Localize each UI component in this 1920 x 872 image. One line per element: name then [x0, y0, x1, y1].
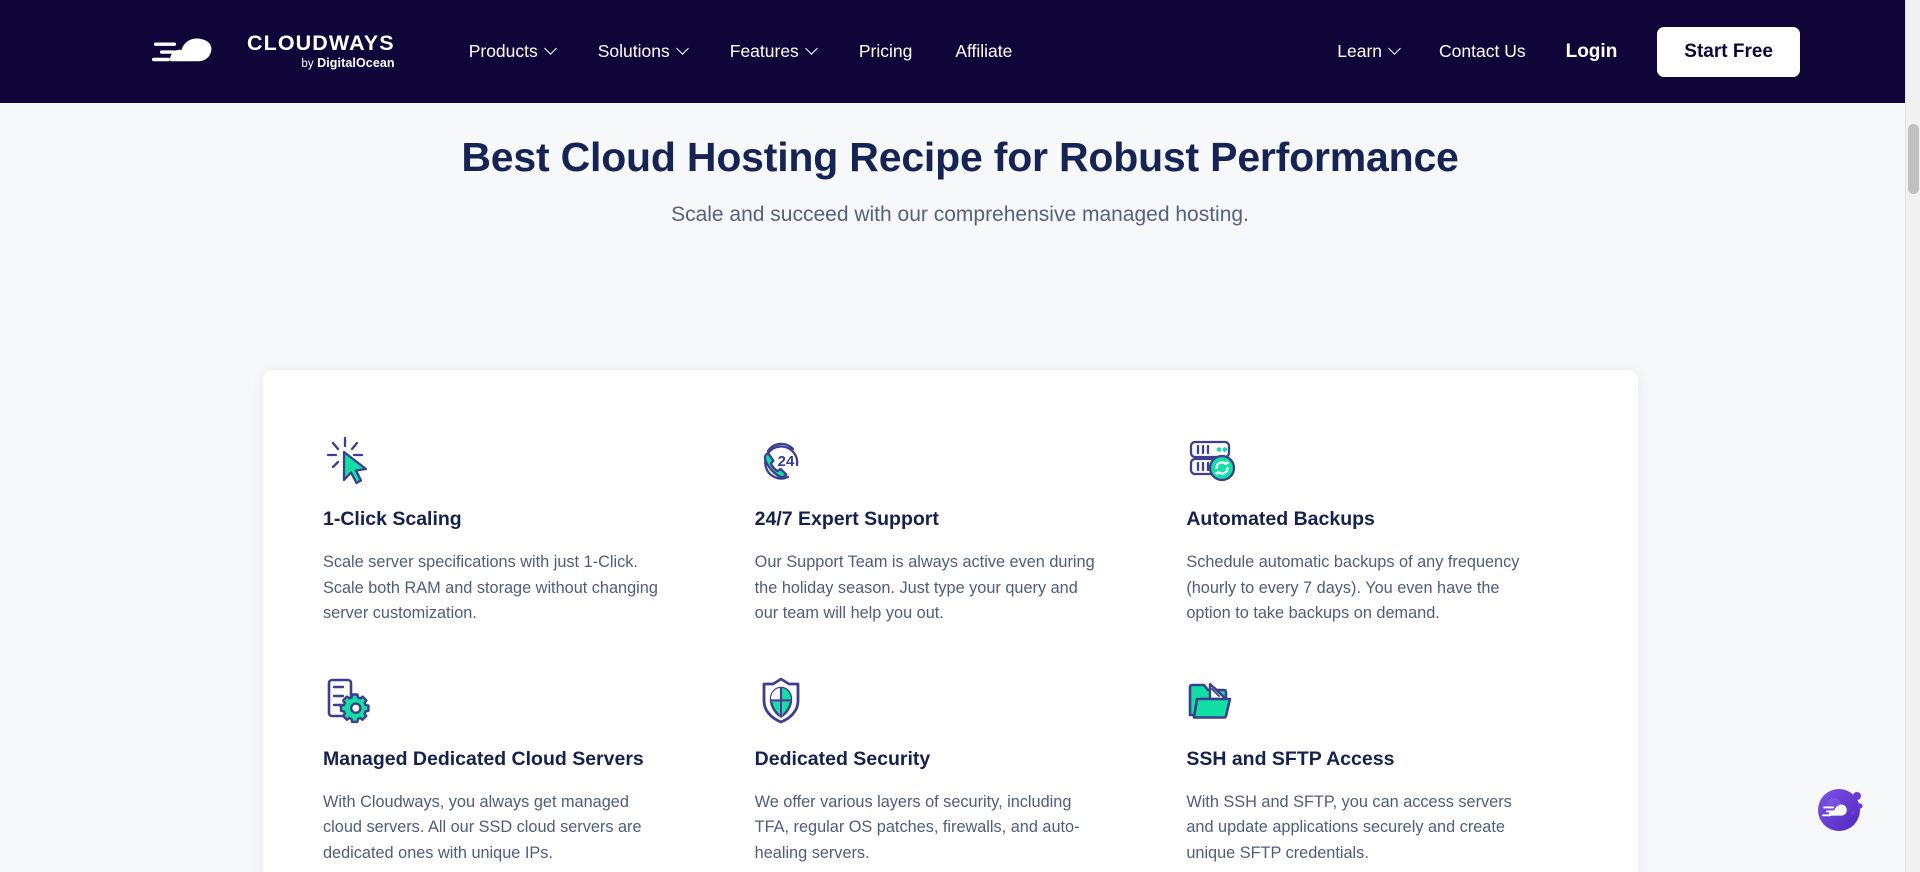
feature-description: We offer various layers of security, inc…	[754, 792, 1080, 862]
chevron-down-icon	[1388, 42, 1401, 55]
chevron-down-icon	[543, 42, 557, 55]
nav-item-features[interactable]: Features	[729, 41, 818, 62]
page-subtitle: Scale and succeed with our comprehensive…	[671, 203, 1249, 227]
login-link[interactable]: Login	[1566, 41, 1618, 63]
chat-widget-button[interactable]	[1814, 782, 1868, 836]
feature-title: SSH and SFTP Access	[1186, 747, 1395, 770]
cloud-speed-icon	[152, 30, 234, 74]
nav-item-features-label: Features	[729, 41, 799, 61]
chevron-down-icon	[804, 42, 818, 55]
nav-item-affiliate-label: Affiliate	[955, 41, 1013, 61]
feature-description: With Cloudways, you always get managed c…	[323, 792, 642, 862]
server-backup-icon	[1186, 425, 1531, 487]
brand-sub-prefix: by	[301, 58, 318, 70]
feature-title: Dedicated Security	[754, 747, 931, 770]
support-24-phone-icon: 24	[755, 425, 1100, 487]
page-title: Best Cloud Hosting Recipe for Robust Per…	[461, 134, 1459, 180]
top-navigation-bar: CLOUDWAYS by DigitalOcean Products Solut…	[0, 0, 1920, 103]
click-cursor-icon	[323, 425, 668, 487]
primary-nav-links: Products Solutions Features Pricing Affi…	[469, 41, 1013, 62]
feature-item: Managed Dedicated Cloud Servers With Clo…	[323, 665, 668, 867]
page-content: Best Cloud Hosting Recipe for Robust Per…	[0, 103, 1920, 872]
features-card: 1-Click Scaling Scale server specificati…	[263, 370, 1638, 872]
nav-item-contact-us[interactable]: Contact Us	[1439, 41, 1526, 62]
feature-item: Automated Backups Schedule automatic bac…	[1186, 425, 1531, 627]
feature-item: Dedicated Security We offer various laye…	[755, 665, 1100, 867]
brand-name: CLOUDWAYS	[247, 30, 395, 55]
nav-item-contact-us-label: Contact Us	[1439, 41, 1526, 61]
feature-item: 24 24/7 Expert Support Our Support Team …	[755, 425, 1100, 627]
brand-logo-link[interactable]: CLOUDWAYS by DigitalOcean	[152, 30, 395, 74]
nav-item-solutions-label: Solutions	[597, 41, 670, 61]
features-grid: 1-Click Scaling Scale server specificati…	[323, 425, 1578, 866]
nav-item-products[interactable]: Products	[468, 41, 557, 62]
cloudways-chat-bubble-icon	[1814, 789, 1868, 839]
nav-item-pricing-label: Pricing	[858, 41, 913, 61]
feature-title: 1-Click Scaling	[323, 508, 462, 530]
feature-title: 24/7 Expert Support	[754, 508, 939, 530]
brand-subtitle: by DigitalOcean	[301, 57, 394, 71]
nav-item-learn[interactable]: Learn	[1337, 41, 1401, 62]
nav-item-products-label: Products	[468, 41, 538, 61]
feature-description: Schedule automatic backups of any freque…	[1186, 553, 1520, 623]
nav-item-learn-label: Learn	[1337, 41, 1383, 61]
folder-open-icon	[1186, 665, 1531, 727]
server-gear-icon	[323, 665, 668, 727]
feature-description: Scale server specifications with just 1-…	[323, 553, 658, 623]
feature-description: With SSH and SFTP, you can access server…	[1186, 792, 1512, 862]
scrollbar-thumb[interactable]	[1908, 124, 1919, 194]
feature-title: Automated Backups	[1186, 508, 1375, 530]
chevron-down-icon	[675, 42, 689, 55]
svg-text:24: 24	[777, 453, 794, 470]
hero-section: Best Cloud Hosting Recipe for Robust Per…	[0, 103, 1920, 227]
feature-item: SSH and SFTP Access With SSH and SFTP, y…	[1186, 665, 1531, 867]
start-free-button[interactable]: Start Free	[1657, 26, 1800, 77]
brand-sub-name: DigitalOcean	[317, 56, 395, 70]
feature-item: 1-Click Scaling Scale server specificati…	[323, 425, 668, 627]
nav-item-pricing[interactable]: Pricing	[859, 41, 913, 62]
nav-item-solutions[interactable]: Solutions	[597, 41, 689, 62]
secondary-nav-links: Learn Contact Us Login Start Free	[1337, 26, 1800, 77]
vertical-scrollbar[interactable]	[1905, 0, 1920, 872]
feature-title: Managed Dedicated Cloud Servers	[323, 747, 644, 770]
feature-description: Our Support Team is always active even d…	[754, 553, 1095, 623]
nav-item-affiliate[interactable]: Affiliate	[955, 41, 1012, 62]
shield-security-icon	[755, 665, 1100, 727]
